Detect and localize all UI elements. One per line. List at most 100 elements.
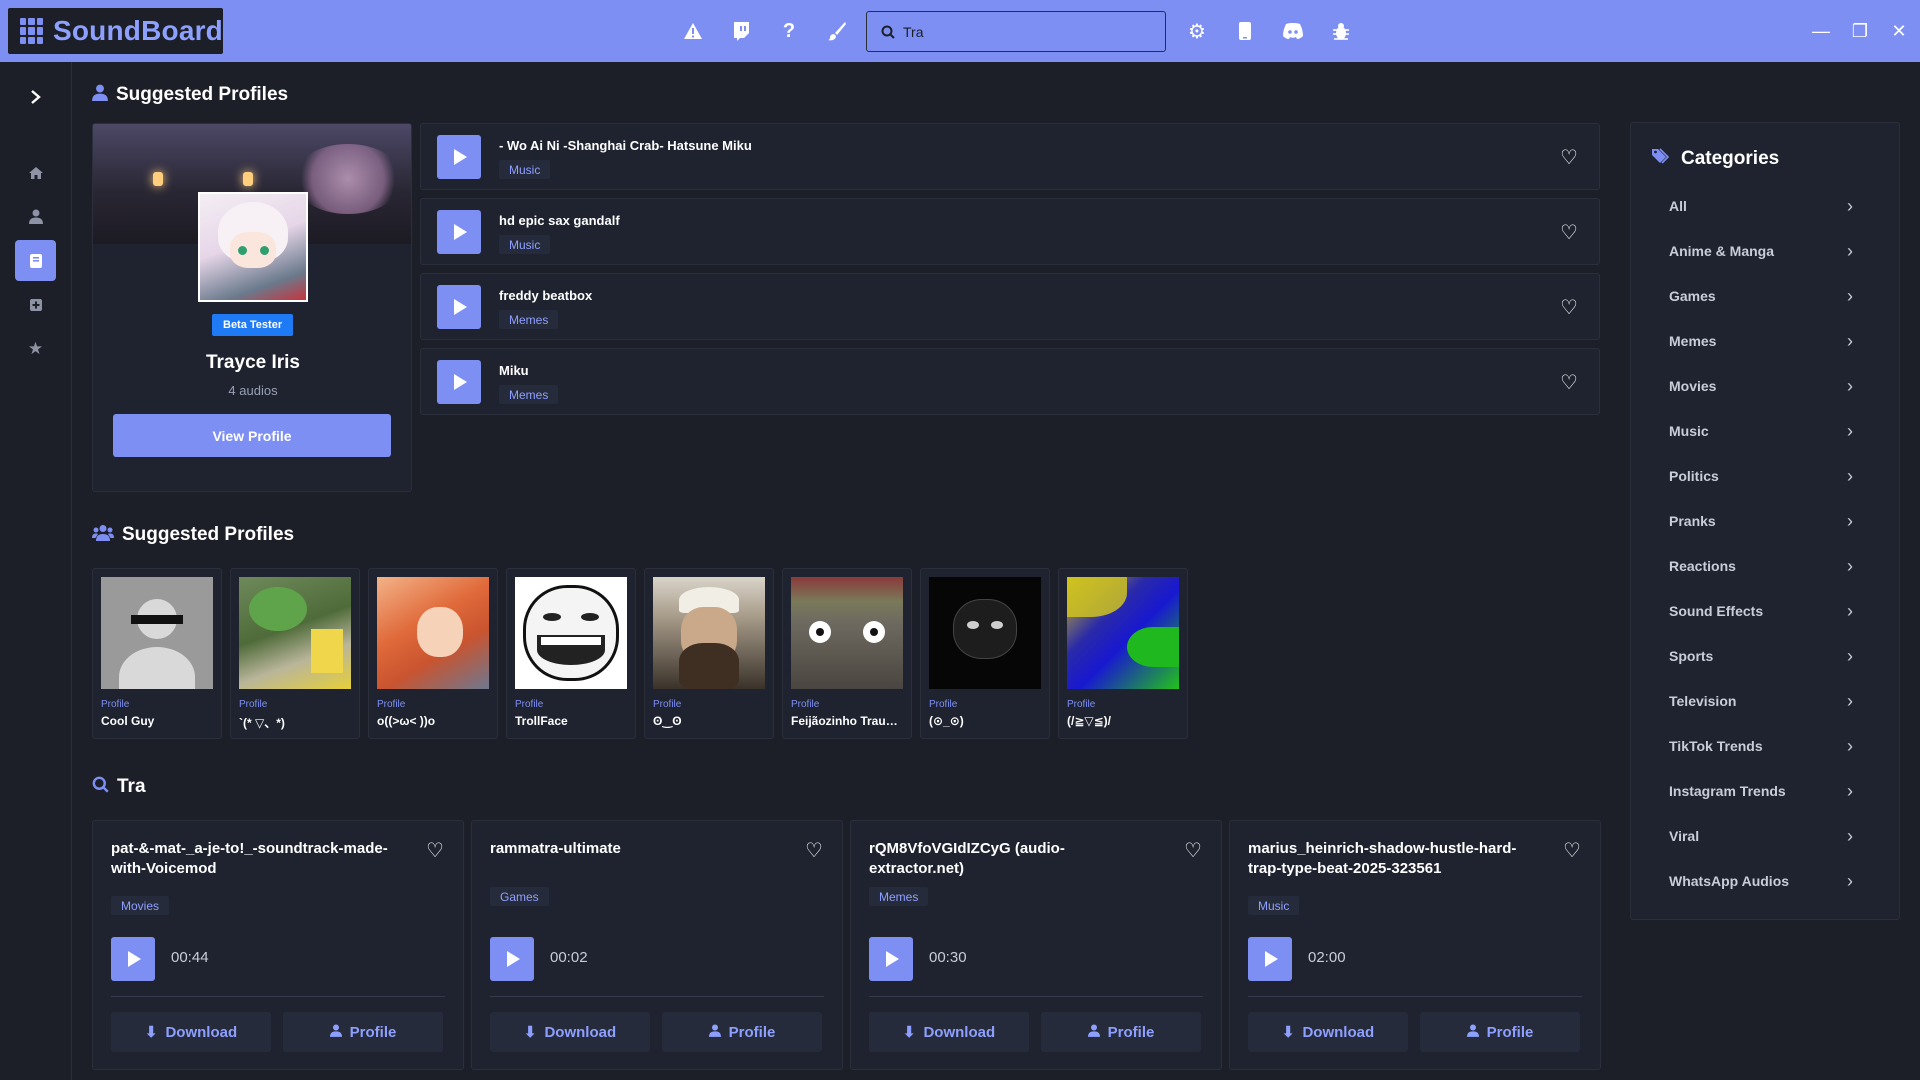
heart-icon[interactable]: ♡ (1557, 371, 1581, 394)
play-button[interactable] (437, 360, 481, 404)
track-item[interactable]: Miku Memes ♡ (420, 348, 1600, 415)
heart-icon[interactable]: ♡ (1557, 221, 1581, 244)
chevron-right-icon: › (1847, 690, 1853, 711)
play-button[interactable] (869, 937, 913, 981)
categories-heading: Categories (1651, 147, 1779, 171)
heart-icon[interactable]: ♡ (1557, 146, 1581, 169)
download-button[interactable]: ⬇ Download (490, 1012, 650, 1052)
app-logo[interactable]: SoundBoard (8, 8, 223, 54)
category-whatsapp-audios[interactable]: WhatsApp Audios › (1631, 861, 1899, 901)
profile-card[interactable]: Profile ʘ‿ʘ (644, 568, 774, 739)
restore-button[interactable]: ❐ (1847, 18, 1873, 44)
search-box[interactable] (866, 11, 1166, 52)
avatar[interactable] (198, 192, 308, 302)
heart-icon[interactable]: ♡ (1560, 839, 1584, 862)
track-tag[interactable]: Memes (499, 385, 559, 404)
play-icon (128, 951, 141, 967)
track-item[interactable]: hd epic sax gandalf Music ♡ (420, 198, 1600, 265)
track-item[interactable]: freddy beatbox Memes ♡ (420, 273, 1600, 340)
result-tag[interactable]: Memes (869, 887, 929, 906)
play-button[interactable] (437, 210, 481, 254)
category-anime-manga[interactable]: Anime & Manga › (1631, 231, 1899, 271)
download-button[interactable]: ⬇ Download (111, 1012, 271, 1052)
category-all[interactable]: All › (1631, 186, 1899, 226)
track-item[interactable]: - Wo Ai Ni -Shanghai Crab- Hatsune Miku … (420, 123, 1600, 190)
track-tag[interactable]: Music (499, 160, 551, 179)
discord-icon[interactable] (1280, 18, 1306, 44)
avatar (929, 577, 1041, 689)
mobile-icon[interactable] (1232, 18, 1258, 44)
track-title: freddy beatbox (499, 288, 593, 303)
bug-icon[interactable] (1328, 18, 1354, 44)
heart-icon[interactable]: ♡ (1181, 839, 1205, 862)
track-tag[interactable]: Memes (499, 310, 559, 329)
category-politics[interactable]: Politics › (1631, 456, 1899, 496)
category-pranks[interactable]: Pranks › (1631, 501, 1899, 541)
profile-card[interactable]: Profile o((>ω< ))o (368, 568, 498, 739)
result-card[interactable]: pat-&-mat-_a-je-to!_-soundtrack-made-wit… (92, 820, 464, 1070)
category-games[interactable]: Games › (1631, 276, 1899, 316)
result-tag[interactable]: Music (1248, 896, 1300, 915)
twitch-icon[interactable] (728, 18, 754, 44)
chevron-right-icon: › (1847, 735, 1853, 756)
favorites-icon[interactable]: ★ (15, 328, 56, 369)
profile-card[interactable]: Profile TrollFace (506, 568, 636, 739)
profile-button[interactable]: Profile (1041, 1012, 1201, 1052)
category-instagram-trends[interactable]: Instagram Trends › (1631, 771, 1899, 811)
heart-icon[interactable]: ♡ (423, 839, 447, 862)
search-input[interactable] (903, 23, 1143, 40)
category-reactions[interactable]: Reactions › (1631, 546, 1899, 586)
download-button[interactable]: ⬇ Download (1248, 1012, 1408, 1052)
library-icon[interactable] (15, 240, 56, 281)
view-profile-button[interactable]: View Profile (113, 414, 391, 457)
profile-card[interactable]: Profile Feijãozinho Traum... (782, 568, 912, 739)
chevron-right-icon: › (1847, 420, 1853, 441)
profile-kind: Profile (653, 699, 682, 710)
profile-card[interactable]: Profile (/≧▽≦)/ (1058, 568, 1188, 739)
close-button[interactable]: ✕ (1886, 18, 1912, 44)
result-card[interactable]: rammatra-ultimate ♡ Games 00:02 ⬇ Downloa… (471, 820, 843, 1070)
result-card[interactable]: rQM8VfoVGIdIZCyG (audio-extractor.net) ♡… (850, 820, 1222, 1070)
result-tag[interactable]: Games (490, 887, 549, 906)
category-tiktok-trends[interactable]: TikTok Trends › (1631, 726, 1899, 766)
play-button[interactable] (111, 937, 155, 981)
track-tag[interactable]: Music (499, 235, 551, 254)
profile-card[interactable]: Profile Cool Guy (92, 568, 222, 739)
profile-button[interactable]: Profile (283, 1012, 443, 1052)
play-button[interactable] (437, 285, 481, 329)
play-button[interactable] (1248, 937, 1292, 981)
chevron-right-icon: › (1847, 240, 1853, 261)
result-card[interactable]: marius_heinrich-shadow-hustle-hard-trap-… (1229, 820, 1601, 1070)
result-title: marius_heinrich-shadow-hustle-hard-trap-… (1248, 840, 1517, 877)
profile-icon[interactable] (15, 196, 56, 237)
category-music[interactable]: Music › (1631, 411, 1899, 451)
profile-button[interactable]: Profile (662, 1012, 822, 1052)
profile-card[interactable]: Profile `(* ▽、*) (230, 568, 360, 739)
download-button[interactable]: ⬇ Download (869, 1012, 1029, 1052)
heart-icon[interactable]: ♡ (802, 839, 826, 862)
category-memes[interactable]: Memes › (1631, 321, 1899, 361)
warning-icon[interactable] (680, 18, 706, 44)
heart-icon[interactable]: ♡ (1557, 296, 1581, 319)
home-icon[interactable] (15, 152, 56, 193)
users-icon (92, 524, 114, 546)
category-movies[interactable]: Movies › (1631, 366, 1899, 406)
expand-icon[interactable] (15, 76, 56, 117)
brush-icon[interactable] (824, 18, 850, 44)
category-television[interactable]: Television › (1631, 681, 1899, 721)
category-sound-effects[interactable]: Sound Effects › (1631, 591, 1899, 631)
play-button[interactable] (437, 135, 481, 179)
result-title: rammatra-ultimate (490, 840, 621, 857)
profile-kind: Profile (791, 699, 820, 710)
result-tag[interactable]: Movies (111, 896, 170, 915)
play-button[interactable] (490, 937, 534, 981)
help-icon[interactable]: ? (776, 18, 802, 44)
profile-card[interactable]: Profile (⊙_⊙) (920, 568, 1050, 739)
profile-button[interactable]: Profile (1420, 1012, 1580, 1052)
category-sports[interactable]: Sports › (1631, 636, 1899, 676)
add-icon[interactable] (15, 284, 56, 325)
minimize-button[interactable]: — (1808, 18, 1834, 44)
category-viral[interactable]: Viral › (1631, 816, 1899, 856)
settings-icon[interactable]: ⚙ (1184, 18, 1210, 44)
profile-kind: Profile (515, 699, 544, 710)
